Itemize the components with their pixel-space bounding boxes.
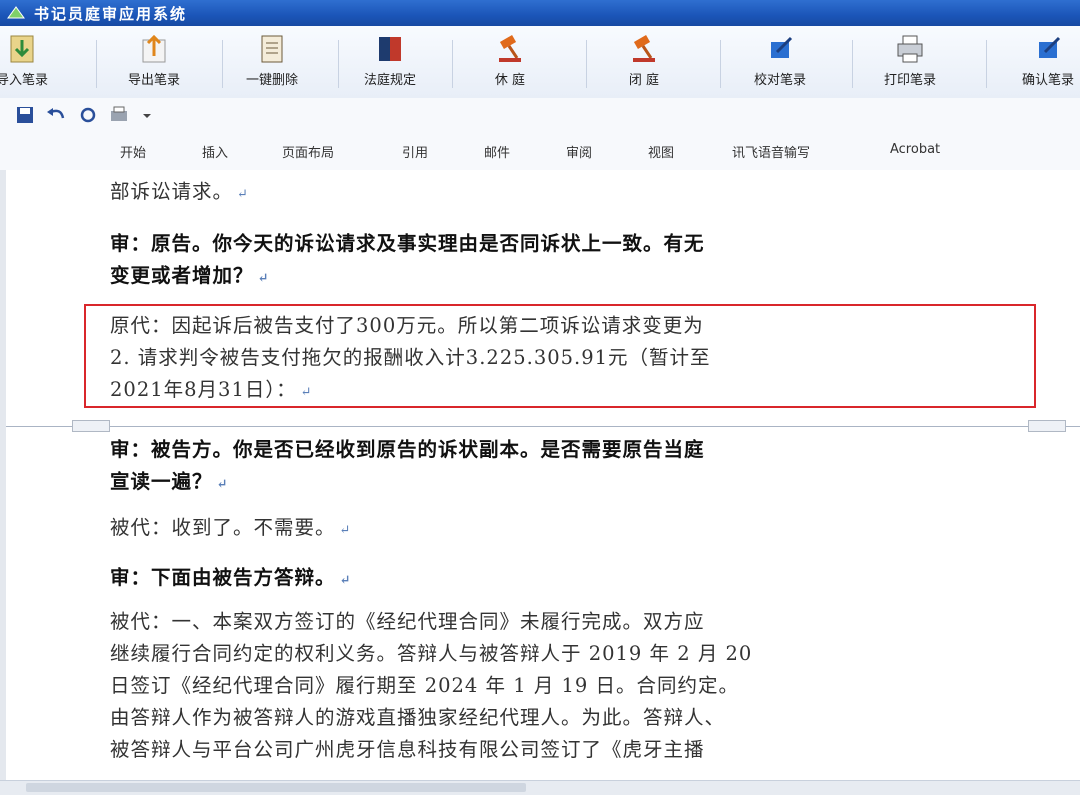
tab-view[interactable]: 视图 <box>648 142 674 161</box>
window-title: 书记员庭审应用系统 <box>34 5 188 23</box>
app-logo-icon <box>7 6 25 19</box>
split-handle-left[interactable] <box>72 420 110 432</box>
split-divider <box>0 426 1080 427</box>
main-toolbar: 导入笔录 导出笔录 一键删除 法庭规定 休 庭 闭 庭 校对笔录 打印笔录 确认… <box>0 26 1080 99</box>
paragraph: 被代：收到了。不需要。 ↵ <box>110 516 352 539</box>
export-record-label: 导出笔录 <box>127 73 180 88</box>
proofread-record-label: 校对笔录 <box>753 73 806 88</box>
tab-mailings[interactable]: 邮件 <box>484 142 510 161</box>
print-record-button[interactable]: 打印笔录 <box>860 32 960 92</box>
gavel-icon <box>633 35 655 62</box>
court-rules-label: 法庭规定 <box>363 73 416 88</box>
tab-page-layout[interactable]: 页面布局 <box>282 142 334 161</box>
paragraph: 审：被告方。你是否已经收到原告的诉状副本。是否需要原告当庭 <box>110 438 705 461</box>
tab-home[interactable]: 开始 <box>120 142 146 161</box>
tab-acrobat[interactable]: Acrobat <box>890 142 940 157</box>
paragraph: 宣读一遍？ ↵ <box>110 470 229 493</box>
export-record-button[interactable]: 导出笔录 <box>104 32 204 92</box>
document-area[interactable]: 部诉讼请求。 ↵ 审：原告。你今天的诉讼请求及事实理由是否同诉状上一致。有无 变更… <box>0 170 1080 794</box>
paragraph: 审：原告。你今天的诉讼请求及事实理由是否同诉状上一致。有无 <box>110 232 705 255</box>
print-preview-icon[interactable] <box>109 106 131 128</box>
import-icon <box>10 35 34 63</box>
paragraph: 被代：一、本案双方签订的《经纪代理合同》未履行完成。双方应 <box>110 610 705 633</box>
one-click-delete-button[interactable]: 一键删除 <box>222 32 322 92</box>
close-court-label: 闭 庭 <box>628 73 660 88</box>
customize-dropdown-icon[interactable] <box>142 106 152 128</box>
print-record-label: 打印笔录 <box>883 73 936 88</box>
recess-label: 休 庭 <box>494 73 526 88</box>
save-icon[interactable] <box>16 106 34 128</box>
paragraph: 继续履行合同约定的权利义务。答辩人与被答辩人于 2019 年 2 月 20 <box>110 642 753 665</box>
paragraph: 审：下面由被告方答辩。 ↵ <box>110 566 352 589</box>
highlight-box <box>84 304 1036 408</box>
paragraph: 被答辩人与平台公司广州虎牙信息科技有限公司签订了《虎牙主播 <box>110 738 705 761</box>
edit-icon <box>771 36 793 58</box>
split-handle-right[interactable] <box>1028 420 1066 432</box>
import-record-button[interactable]: 导入笔录 <box>0 32 72 92</box>
document-icon <box>261 35 283 63</box>
edit-icon <box>1039 36 1061 58</box>
scrollbar-thumb[interactable] <box>26 783 526 792</box>
export-icon <box>142 34 166 63</box>
undo-icon[interactable] <box>45 106 67 128</box>
paragraph: 部诉讼请求。 ↵ <box>110 180 249 203</box>
printer-icon <box>897 35 923 63</box>
close-court-button[interactable]: 闭 庭 <box>594 32 694 92</box>
quick-access-toolbar <box>16 106 158 130</box>
book-icon <box>379 37 401 61</box>
horizontal-scrollbar[interactable] <box>0 780 1080 795</box>
paragraph: 由答辩人作为被答辩人的游戏直播独家经纪代理人。为此。答辩人、 <box>110 706 726 729</box>
recess-button[interactable]: 休 庭 <box>460 32 560 92</box>
word-ribbon: 开始 插入 页面布局 引用 邮件 审阅 视图 讯飞语音输写 Acrobat <box>0 98 1080 171</box>
tab-review[interactable]: 审阅 <box>566 142 592 161</box>
paragraph: 日签订《经纪代理合同》履行期至 2024 年 1 月 19 日。合同约定。 <box>110 674 740 697</box>
title-bar: 书记员庭审应用系统 <box>0 0 1080 26</box>
one-click-delete-label: 一键删除 <box>245 73 298 88</box>
left-ruler <box>0 170 6 794</box>
court-rules-button[interactable]: 法庭规定 <box>340 32 440 92</box>
import-record-label: 导入笔录 <box>0 73 48 88</box>
redo-icon[interactable] <box>78 106 98 128</box>
tab-insert[interactable]: 插入 <box>202 142 228 161</box>
confirm-record-label: 确认笔录 <box>1021 73 1074 88</box>
tab-xunfei-voice[interactable]: 讯飞语音输写 <box>732 142 810 161</box>
gavel-icon <box>499 35 521 62</box>
paragraph: 变更或者增加？ ↵ <box>110 264 270 287</box>
tab-references[interactable]: 引用 <box>402 142 428 161</box>
proofread-record-button[interactable]: 校对笔录 <box>730 32 830 92</box>
confirm-record-button[interactable]: 确认笔录 <box>998 32 1080 92</box>
